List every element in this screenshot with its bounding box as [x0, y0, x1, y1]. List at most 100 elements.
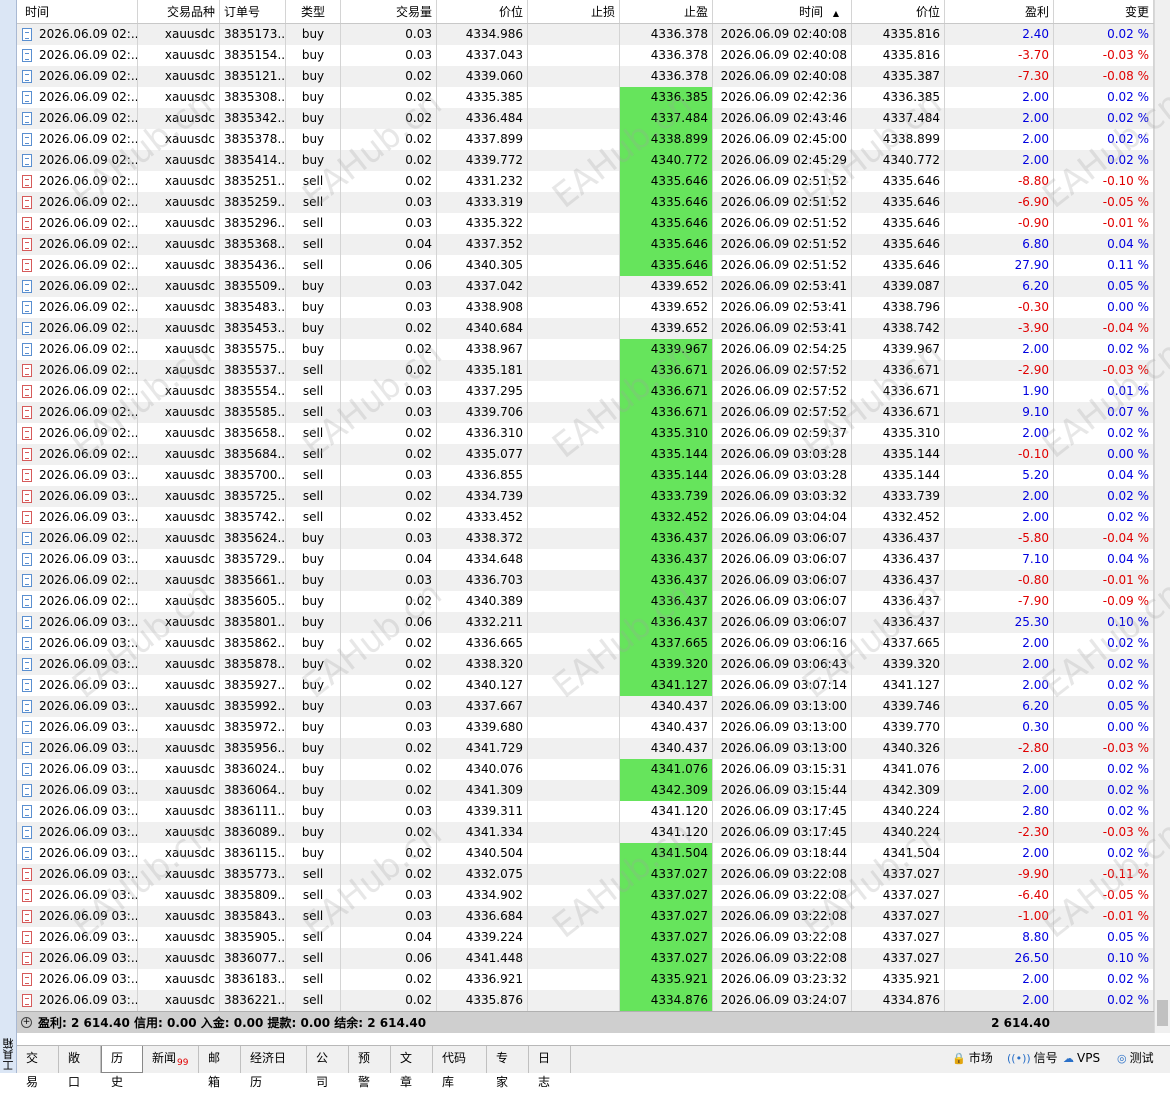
time-text: 2026.06.09 02:...	[39, 69, 138, 83]
table-row[interactable]: 2026.06.09 02:... xauusdc 3835661... buy 0.0…	[17, 570, 1154, 591]
table-row[interactable]: 2026.06.09 03:... xauusdc 3835801... buy 0.0…	[17, 612, 1154, 633]
table-row[interactable]: 2026.06.09 02:... xauusdc 3835308... buy 0.0…	[17, 87, 1154, 108]
table-row[interactable]: 2026.06.09 02:... xauusdc 3835154... buy 0.0…	[17, 45, 1154, 66]
table-row[interactable]: 2026.06.09 03:... xauusdc 3835956... buy 0.0…	[17, 738, 1154, 759]
table-row[interactable]: 2026.06.09 03:... xauusdc 3835843... sell 0.…	[17, 906, 1154, 927]
col-header-order[interactable]: 订单号	[220, 0, 286, 23]
cloud-button[interactable]: ☁ VPS	[1063, 1046, 1100, 1073]
expand-icon[interactable]: +	[21, 1017, 32, 1028]
tab-7[interactable]: 预警	[349, 1046, 391, 1089]
table-row[interactable]: 2026.06.09 03:... xauusdc 3836115... buy 0.0…	[17, 843, 1154, 864]
summary-row[interactable]: + 盈利: 2 614.40 信用: 0.00 入金: 0.00 提款: 0.0…	[17, 1011, 1154, 1033]
tab-0[interactable]: 交易	[17, 1046, 59, 1089]
cell-profit: 2.00	[945, 339, 1054, 360]
time-text: 2026.06.09 03:...	[39, 804, 138, 818]
cell-order-number: 3836221...	[220, 990, 286, 1011]
table-row[interactable]: 2026.06.09 02:... xauusdc 3835554... sell 0.…	[17, 381, 1154, 402]
tab-8[interactable]: 文章	[391, 1046, 433, 1089]
table-row[interactable]: 2026.06.09 03:... xauusdc 3835729... buy 0.0…	[17, 549, 1154, 570]
table-row[interactable]: 2026.06.09 03:... xauusdc 3836077... sell 0.…	[17, 948, 1154, 969]
table-row[interactable]: 2026.06.09 02:... xauusdc 3835368... sell 0.…	[17, 234, 1154, 255]
cell-time: 2026.06.09 03:...	[17, 801, 138, 822]
table-row[interactable]: 2026.06.09 02:... xauusdc 3835378... buy 0.0…	[17, 129, 1154, 150]
col-header-time[interactable]: 时间	[17, 0, 138, 23]
table-row[interactable]: 2026.06.09 03:... xauusdc 3835878... buy 0.0…	[17, 654, 1154, 675]
tab-10[interactable]: 专家	[487, 1046, 529, 1089]
cell-close-time: 2026.06.09 02:51:52	[713, 255, 852, 276]
tab-6[interactable]: 公司	[307, 1046, 349, 1089]
table-row[interactable]: 2026.06.09 03:... xauusdc 3835927... buy 0.0…	[17, 675, 1154, 696]
col-header-price[interactable]: 价位	[437, 0, 528, 23]
table-row[interactable]: 2026.06.09 03:... xauusdc 3835862... buy 0.0…	[17, 633, 1154, 654]
tab-3[interactable]: 新闻99	[143, 1046, 199, 1073]
table-row[interactable]: 2026.06.09 03:... xauusdc 3835905... sell 0.…	[17, 927, 1154, 948]
vertical-scrollbar[interactable]	[1154, 0, 1170, 1033]
table-row[interactable]: 2026.06.09 02:... xauusdc 3835296... sell 0.…	[17, 213, 1154, 234]
table-row[interactable]: 2026.06.09 02:... xauusdc 3835658... sell 0.…	[17, 423, 1154, 444]
cell-type: buy	[286, 339, 341, 360]
table-row[interactable]: 2026.06.09 02:... xauusdc 3835173... buy 0.0…	[17, 24, 1154, 45]
sell-deal-icon	[22, 973, 32, 986]
table-row[interactable]: 2026.06.09 02:... xauusdc 3835436... sell 0.…	[17, 255, 1154, 276]
table-row[interactable]: 2026.06.09 02:... xauusdc 3835605... buy 0.0…	[17, 591, 1154, 612]
table-row[interactable]: 2026.06.09 02:... xauusdc 3835483... buy 0.0…	[17, 297, 1154, 318]
col-header-volume[interactable]: 交易量	[341, 0, 437, 23]
col-header-tp[interactable]: 止盈	[620, 0, 713, 23]
table-row[interactable]: 2026.06.09 02:... xauusdc 3835251... sell 0.…	[17, 171, 1154, 192]
table-row[interactable]: 2026.06.09 02:... xauusdc 3835585... sell 0.…	[17, 402, 1154, 423]
cell-volume: 0.04	[341, 549, 437, 570]
table-row[interactable]: 2026.06.09 03:... xauusdc 3835992... buy 0.0…	[17, 696, 1154, 717]
table-row[interactable]: 2026.06.09 02:... xauusdc 3835259... sell 0.…	[17, 192, 1154, 213]
cell-volume: 0.03	[341, 570, 437, 591]
time-text: 2026.06.09 03:...	[39, 720, 138, 734]
table-row[interactable]: 2026.06.09 03:... xauusdc 3835742... sell 0.…	[17, 507, 1154, 528]
table-row[interactable]: 2026.06.09 03:... xauusdc 3835972... buy 0.0…	[17, 717, 1154, 738]
tab-11[interactable]: 日志	[529, 1046, 571, 1089]
table-row[interactable]: 2026.06.09 03:... xauusdc 3835700... sell 0.…	[17, 465, 1154, 486]
table-row[interactable]: 2026.06.09 03:... xauusdc 3836024... buy 0.0…	[17, 759, 1154, 780]
table-row[interactable]: 2026.06.09 02:... xauusdc 3835414... buy 0.0…	[17, 150, 1154, 171]
tab-9[interactable]: 代码库	[433, 1046, 487, 1089]
scrollbar-thumb[interactable]	[1157, 1000, 1168, 1026]
tab-5[interactable]: 经济日历	[241, 1046, 307, 1089]
col-header-close-time[interactable]: 时间 ▲	[713, 0, 852, 23]
toolbox-side-panel[interactable]: 工具箱	[0, 0, 17, 1073]
cell-close-time: 2026.06.09 03:17:45	[713, 801, 852, 822]
cell-profit: 2.00	[945, 990, 1054, 1011]
table-row[interactable]: 2026.06.09 03:... xauusdc 3836064... buy 0.0…	[17, 780, 1154, 801]
cell-volume: 0.03	[341, 45, 437, 66]
cell-type: buy	[286, 717, 341, 738]
table-row[interactable]: 2026.06.09 03:... xauusdc 3836183... sell 0.…	[17, 969, 1154, 990]
cell-volume: 0.02	[341, 108, 437, 129]
table-row[interactable]: 2026.06.09 02:... xauusdc 3835453... buy 0.0…	[17, 318, 1154, 339]
table-row[interactable]: 2026.06.09 03:... xauusdc 3836111... buy 0.0…	[17, 801, 1154, 822]
col-header-change[interactable]: 变更	[1054, 0, 1154, 23]
cell-stop-loss	[528, 654, 620, 675]
signal-button[interactable]: ((•)) 信号	[1007, 1046, 1058, 1073]
cell-volume: 0.02	[341, 633, 437, 654]
cell-stop-loss	[528, 276, 620, 297]
table-row[interactable]: 2026.06.09 03:... xauusdc 3835725... sell 0.…	[17, 486, 1154, 507]
col-header-symbol[interactable]: 交易品种	[138, 0, 220, 23]
tab-1[interactable]: 敞口	[59, 1046, 101, 1089]
market-button[interactable]: 🔒 市场	[952, 1046, 993, 1073]
table-row[interactable]: 2026.06.09 03:... xauusdc 3835809... sell 0.…	[17, 885, 1154, 906]
table-row[interactable]: 2026.06.09 02:... xauusdc 3835537... sell 0.…	[17, 360, 1154, 381]
col-header-profit[interactable]: 盈利	[945, 0, 1054, 23]
table-row[interactable]: 2026.06.09 02:... xauusdc 3835575... buy 0.0…	[17, 339, 1154, 360]
cell-symbol: xauusdc	[138, 675, 220, 696]
tab-4[interactable]: 邮箱	[199, 1046, 241, 1089]
table-row[interactable]: 2026.06.09 03:... xauusdc 3835773... sell 0.…	[17, 864, 1154, 885]
col-header-type[interactable]: 类型	[286, 0, 341, 23]
table-row[interactable]: 2026.06.09 02:... xauusdc 3835624... buy 0.0…	[17, 528, 1154, 549]
col-header-sl[interactable]: 止损	[528, 0, 620, 23]
tester-button[interactable]: ◎ 测试	[1117, 1046, 1154, 1073]
table-row[interactable]: 2026.06.09 02:... xauusdc 3835509... buy 0.0…	[17, 276, 1154, 297]
table-row[interactable]: 2026.06.09 02:... xauusdc 3835121... buy 0.0…	[17, 66, 1154, 87]
tab-2[interactable]: 历史	[101, 1046, 143, 1089]
table-row[interactable]: 2026.06.09 03:... xauusdc 3836089... buy 0.0…	[17, 822, 1154, 843]
table-row[interactable]: 2026.06.09 02:... xauusdc 3835342... buy 0.0…	[17, 108, 1154, 129]
col-header-close-price[interactable]: 价位	[852, 0, 945, 23]
table-row[interactable]: 2026.06.09 03:... xauusdc 3836221... sell 0.…	[17, 990, 1154, 1011]
table-row[interactable]: 2026.06.09 02:... xauusdc 3835684... sell 0.…	[17, 444, 1154, 465]
